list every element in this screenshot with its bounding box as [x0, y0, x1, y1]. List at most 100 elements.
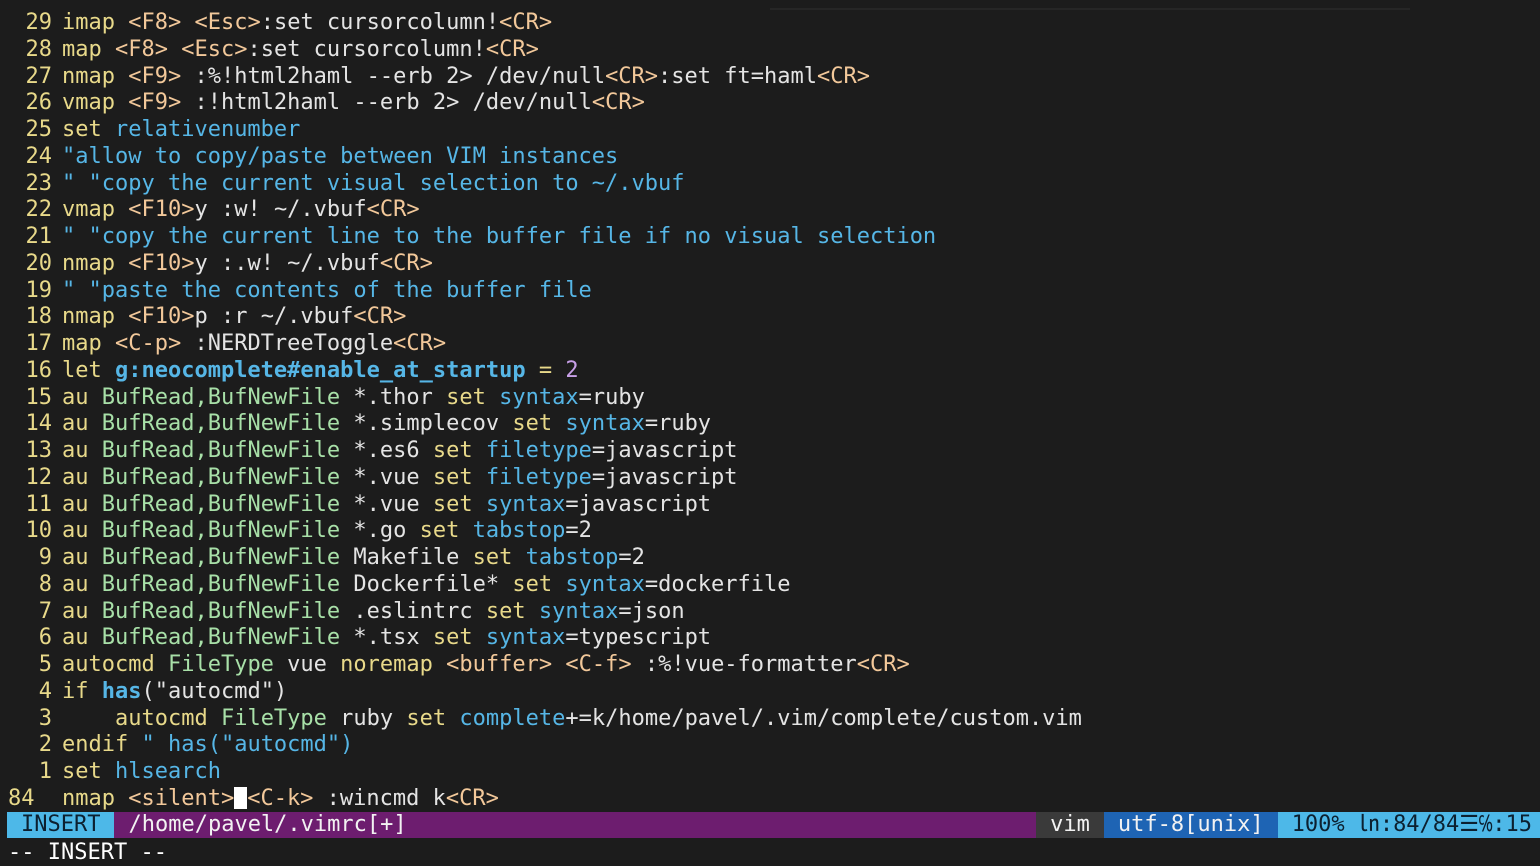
- code-token: au: [62, 571, 102, 597]
- code-token: g:neocomplete#enable_at_startup: [114, 357, 526, 383]
- line-number: 11: [25, 491, 53, 517]
- line-number: 4: [38, 678, 52, 704]
- code-line[interactable]: 26 vmap <F9> :!html2haml --erb 2> /dev/nu…: [0, 90, 1540, 117]
- code-token: <F9>: [128, 90, 182, 116]
- code-line[interactable]: 11 au BufRead,BufNewFile *.vue set syntax…: [0, 492, 1540, 519]
- code-line[interactable]: 13 au BufRead,BufNewFile *.es6 set filety…: [0, 438, 1540, 465]
- code-line[interactable]: 8 au BufRead,BufNewFile Dockerfile* set s…: [0, 572, 1540, 599]
- code-line[interactable]: 12 au BufRead,BufNewFile *.vue set filety…: [0, 465, 1540, 492]
- command-line[interactable]: -- INSERT --: [8, 840, 167, 866]
- line-number: 13: [25, 438, 53, 463]
- code-token: autocmd: [62, 705, 221, 731]
- line-content: au BufRead,BufNewFile *.go set tabstop=2: [62, 518, 592, 543]
- code-line[interactable]: 84 nmap <silent> <C-k> :wincmd k<CR>: [0, 786, 1540, 813]
- code-token: autocmd: [62, 652, 168, 677]
- code-line[interactable]: 5 autocmd FileType vue noremap <buffer> <…: [0, 652, 1540, 679]
- line-number: 7: [38, 598, 52, 624]
- code-token: imap: [62, 10, 129, 35]
- line-number: 18: [25, 304, 53, 330]
- code-line[interactable]: 15 au BufRead,BufNewFile *.thor set synta…: [0, 385, 1540, 412]
- code-line[interactable]: 17 map <C-p> :NERDTreeToggle<CR>: [0, 331, 1540, 358]
- code-token: <F8>: [128, 10, 182, 35]
- code-token: =ruby: [644, 411, 712, 437]
- code-token: au: [62, 598, 102, 624]
- line-number: 6: [38, 625, 52, 651]
- code-line[interactable]: 7 au BufRead,BufNewFile .eslintrc set syn…: [0, 599, 1540, 626]
- code-token: .eslintrc: [340, 598, 486, 624]
- code-token: <CR>: [817, 63, 870, 89]
- code-token: set: [432, 438, 486, 463]
- code-line[interactable]: 10 au BufRead,BufNewFile *.go set tabstop…: [0, 518, 1540, 545]
- line-number: 27: [25, 63, 53, 89]
- code-token: let: [62, 357, 115, 383]
- cursor-position: 100% ㏑:84/84☰℅:15: [1277, 812, 1540, 838]
- code-line[interactable]: 16 let g:neocomplete#enable_at_startup = …: [0, 358, 1540, 385]
- code-token: =javascript: [591, 438, 738, 463]
- line-content: nmap <F10>p :r ~/.vbuf<CR>: [62, 304, 406, 329]
- line-number: 8: [38, 571, 52, 597]
- line-number: 10: [25, 518, 53, 544]
- code-token: BufRead,BufNewFile: [101, 438, 341, 463]
- line-number: 20: [25, 250, 53, 276]
- code-token: " has("autocmd"): [141, 732, 354, 758]
- line-content: au BufRead,BufNewFile Makefile set tabst…: [62, 545, 645, 570]
- line-number: 3: [38, 705, 52, 731]
- code-line[interactable]: 28 map <F8> <Esc>:set cursorcolumn!<CR>: [0, 37, 1540, 64]
- code-token: <CR>: [393, 331, 447, 356]
- code-token: *.tsx: [340, 625, 433, 651]
- code-line[interactable]: 4 if has("autocmd"): [0, 679, 1540, 706]
- code-line[interactable]: 21 " "copy the current line to the buffer…: [0, 224, 1540, 251]
- mode-indicator: INSERT: [7, 812, 115, 838]
- line-number: 29: [25, 10, 53, 35]
- code-token: " "copy the current visual selection to …: [62, 170, 685, 196]
- line-number: 9: [38, 545, 52, 570]
- code-token: =2: [618, 545, 645, 570]
- code-line[interactable]: 2 endif " has("autocmd"): [0, 732, 1540, 759]
- code-line[interactable]: 24 "allow to copy/paste between VIM insta…: [0, 144, 1540, 171]
- code-token: map: [62, 331, 115, 356]
- code-line[interactable]: 14 au BufRead,BufNewFile *.simplecov set …: [0, 411, 1540, 438]
- code-token: syntax: [565, 571, 645, 597]
- code-token: syntax: [485, 625, 566, 651]
- code-token: <Esc>: [194, 10, 261, 35]
- text-cursor: [234, 786, 248, 809]
- code-token: set: [512, 571, 566, 597]
- code-token: noremap: [340, 652, 447, 677]
- code-line[interactable]: 18 nmap <F10>p :r ~/.vbuf<CR>: [0, 304, 1540, 331]
- line-content: if has("autocmd"): [62, 679, 287, 704]
- code-token: <Esc>: [181, 36, 248, 62]
- line-content: map <C-p> :NERDTreeToggle<CR>: [62, 331, 446, 356]
- line-number: 25: [25, 117, 53, 142]
- code-token: :NERDTreeToggle: [181, 331, 394, 356]
- line-number: 84: [8, 785, 35, 811]
- code-token: tabstop: [525, 545, 619, 570]
- line-content: au BufRead,BufNewFile .eslintrc set synt…: [62, 599, 685, 624]
- code-line[interactable]: 19 " "paste the contents of the buffer fi…: [0, 278, 1540, 305]
- line-content: au BufRead,BufNewFile Dockerfile* set sy…: [62, 572, 791, 597]
- code-line[interactable]: 22 vmap <F10>y :w! ~/.vbuf<CR>: [0, 197, 1540, 224]
- code-line[interactable]: 29 imap <F8> <Esc>:set cursorcolumn!<CR>: [0, 10, 1540, 37]
- code-line[interactable]: 3 autocmd FileType ruby set complete+=k/…: [0, 706, 1540, 733]
- code-line[interactable]: 23 " "copy the current visual selection t…: [0, 171, 1540, 198]
- statusline: INSERT /home/pavel/.vimrc[+] vim utf-8[u…: [7, 812, 1540, 838]
- code-line[interactable]: 20 nmap <F10>y :.w! ~/.vbuf<CR>: [0, 251, 1540, 278]
- encoding-indicator: utf-8[unix]: [1103, 812, 1278, 838]
- code-token: filetype: [485, 438, 592, 463]
- editor-buffer[interactable]: 29 imap <F8> <Esc>:set cursorcolumn!<CR> 2…: [0, 10, 1540, 813]
- code-token: :!html2haml --erb 2> /dev/null: [181, 90, 592, 116]
- code-line[interactable]: 6 au BufRead,BufNewFile *.tsx set syntax=…: [0, 625, 1540, 652]
- code-line[interactable]: 9 au BufRead,BufNewFile Makefile set tabs…: [0, 545, 1540, 572]
- code-line[interactable]: 25 set relativenumber: [0, 117, 1540, 144]
- code-token: set: [62, 759, 115, 784]
- code-line[interactable]: 1 set hlsearch: [0, 759, 1540, 786]
- code-token: <silent>: [128, 785, 235, 811]
- code-token: +=k/home/pavel/.vim/complete/custom.vim: [565, 705, 1082, 731]
- code-token: set: [432, 464, 486, 490]
- code-token: nmap: [62, 304, 129, 330]
- code-line[interactable]: 27 nmap <F9> :%!html2haml --erb 2> /dev/n…: [0, 64, 1540, 91]
- code-token: :set cursorcolumn!: [260, 10, 500, 35]
- line-content: endif " has("autocmd"): [62, 732, 353, 757]
- code-token: if: [62, 678, 102, 704]
